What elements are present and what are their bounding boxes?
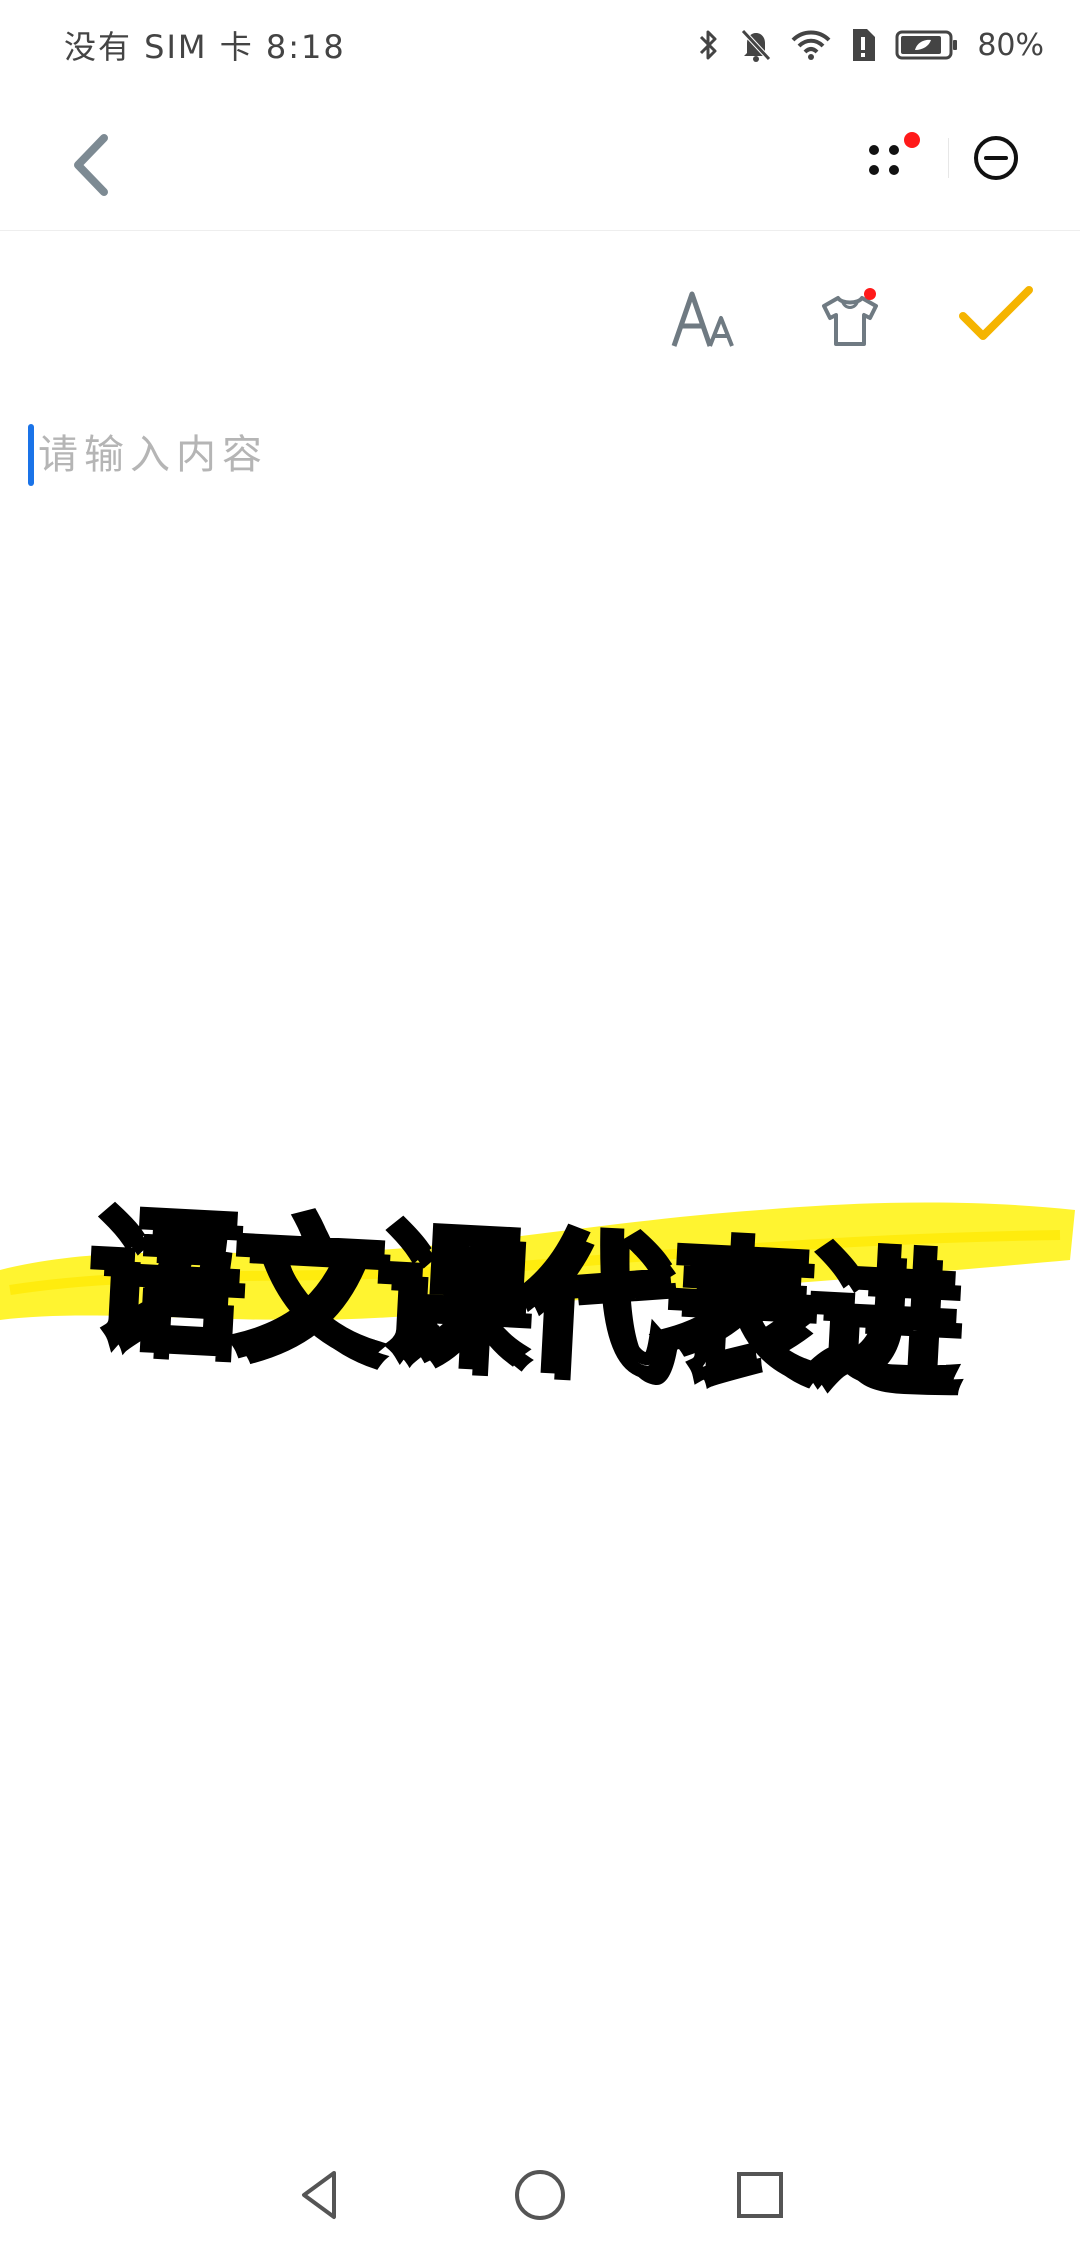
capsule-divider <box>948 138 950 178</box>
battery-icon <box>895 28 959 62</box>
confirm-button[interactable] <box>955 280 1035 360</box>
mute-icon <box>739 27 773 63</box>
status-carrier-time: 没有 SIM 卡 8:18 <box>64 28 346 66</box>
bluetooth-icon <box>697 27 721 63</box>
more-button[interactable] <box>852 128 932 188</box>
back-triangle-icon <box>302 2171 336 2219</box>
top-app-bar <box>0 90 1080 231</box>
text-caret <box>28 424 34 486</box>
status-bar: 没有 SIM 卡 8:18 80% <box>0 0 1080 90</box>
banner-text: 语文课代表进 <box>81 1189 961 1416</box>
content-input[interactable] <box>36 420 1038 490</box>
more-dots-icon <box>869 132 921 175</box>
status-icons: 80% <box>697 27 1044 63</box>
title-banner: 语文课代表进 <box>0 1140 1080 1416</box>
shirt-icon <box>822 288 878 346</box>
minus-circle-icon <box>973 136 1018 180</box>
sim-alert-icon <box>849 27 877 63</box>
theme-button[interactable] <box>810 280 890 360</box>
font-size-button[interactable] <box>666 280 746 360</box>
mini-program-capsule <box>834 118 1044 198</box>
system-nav-bar <box>0 2140 1080 2250</box>
nav-home-button[interactable] <box>500 2155 580 2235</box>
home-circle-icon <box>515 2170 565 2220</box>
recents-square-icon <box>737 2172 783 2218</box>
nav-back-button[interactable] <box>280 2155 360 2235</box>
editor-toolbar <box>0 230 1080 400</box>
font-size-icon <box>671 291 734 347</box>
battery-percent: 80% <box>977 27 1044 63</box>
chevron-left-icon <box>74 134 108 196</box>
close-button[interactable] <box>966 128 1026 188</box>
checkmark-icon <box>959 286 1033 340</box>
wifi-icon <box>791 28 831 62</box>
nav-recents-button[interactable] <box>720 2155 800 2235</box>
back-button[interactable] <box>60 130 130 200</box>
